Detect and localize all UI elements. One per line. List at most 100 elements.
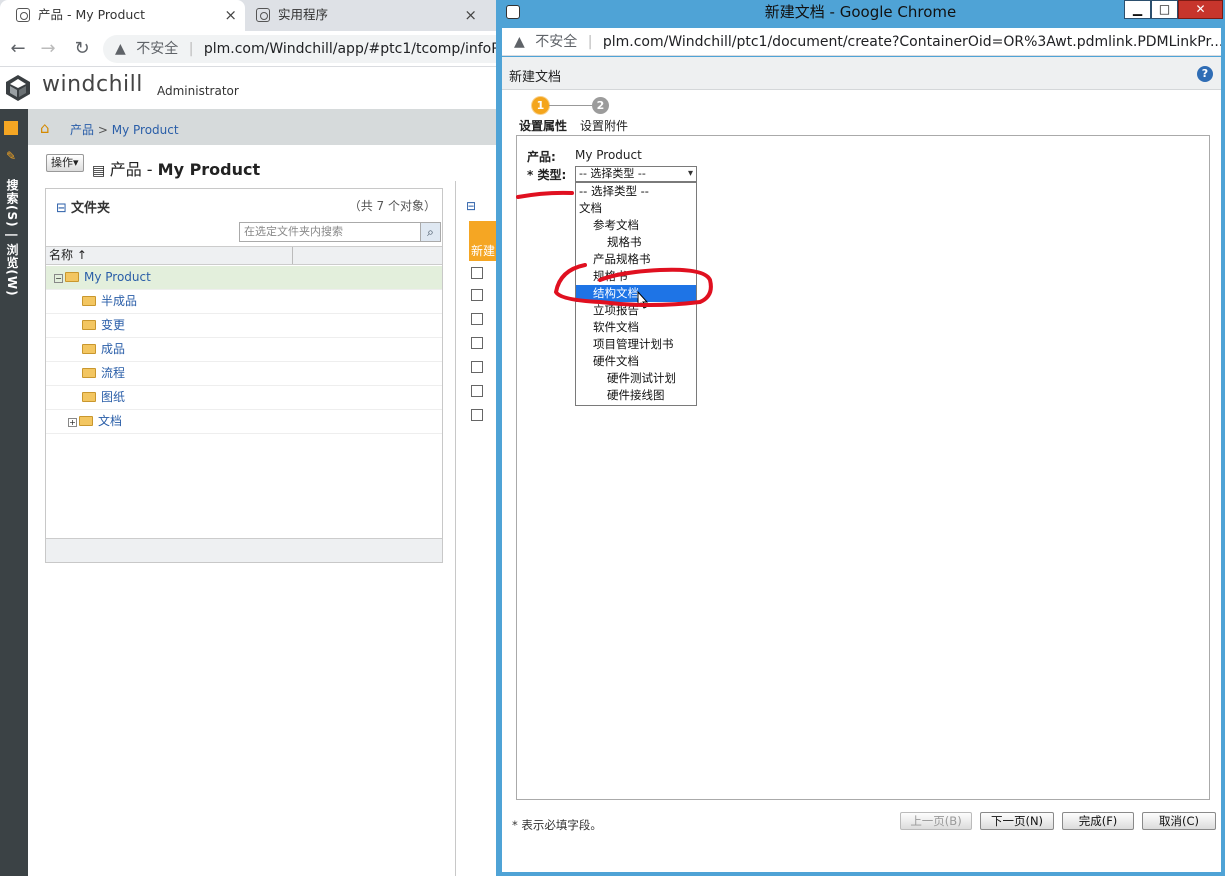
breadcrumb: ⌂ 产品 > My Product <box>28 109 500 145</box>
checkbox[interactable] <box>471 409 483 421</box>
tab-utilities[interactable]: 实用程序 × <box>240 0 485 31</box>
object-count: （共 7 个对象） <box>348 199 436 213</box>
step-1-indicator: 1 <box>532 97 549 114</box>
folder-row-root[interactable]: − My Product <box>46 266 442 290</box>
type-option-highlighted[interactable]: 结构文档 <box>576 285 696 302</box>
required-fields-note: * 表示必填字段。 <box>512 818 602 832</box>
sidebar-search-browse-label[interactable]: 搜索(S) | 浏览(W) <box>3 179 21 297</box>
folder-label[interactable]: 成品 <box>101 342 125 356</box>
folder-panel-header: ⊟ 文件夹 （共 7 个对象） <box>46 189 442 221</box>
previous-button[interactable]: 上一页(B) <box>900 812 972 830</box>
windchill-favicon-icon <box>16 8 30 22</box>
tab-close-icon[interactable]: × <box>464 0 477 30</box>
folder-label[interactable]: 流程 <box>101 366 125 380</box>
new-button[interactable]: 新建 <box>469 221 499 261</box>
checkbox[interactable] <box>471 337 483 349</box>
folder-search-input[interactable]: 在选定文件夹内搜索 <box>239 222 441 242</box>
help-icon[interactable]: ? <box>1197 66 1213 82</box>
collapse-icon[interactable]: ⊟ <box>56 201 71 216</box>
back-arrow-icon[interactable]: ← <box>6 37 30 61</box>
tab-label: 实用程序 <box>278 7 329 22</box>
close-window-button[interactable]: ✕ <box>1178 0 1223 19</box>
folder-label[interactable]: 文档 <box>98 414 122 428</box>
page-title-name: My Product <box>157 160 261 179</box>
not-secure-label: 不安全 <box>136 41 179 57</box>
checkbox[interactable] <box>471 385 483 397</box>
pin-icon[interactable]: ✎ <box>6 149 16 163</box>
type-option[interactable]: 硬件文档 <box>576 353 696 370</box>
type-option[interactable]: 立项报告 <box>576 302 696 319</box>
page-title-bar: 操作▾ ▤ 产品 - My Product <box>28 145 500 183</box>
folder-icon <box>82 320 96 330</box>
step-1-label[interactable]: 设置属性 <box>519 117 567 134</box>
collapse-node-icon[interactable]: − <box>54 274 63 283</box>
breadcrumb-current-link[interactable]: My Product <box>112 123 179 137</box>
product-value: My Product <box>575 148 642 162</box>
type-option[interactable]: 软件文档 <box>576 319 696 336</box>
address-bar[interactable]: ▲ 不安全 | plm.com/Windchill/app/#ptc1/tcom… <box>103 35 523 63</box>
type-option[interactable]: 硬件测试计划 <box>576 370 696 387</box>
folder-label[interactable]: 半成品 <box>101 294 137 308</box>
step-2-label[interactable]: 设置附件 <box>580 117 628 134</box>
breadcrumb-root-link[interactable]: 产品 <box>70 123 94 137</box>
type-option[interactable]: 参考文档 <box>576 217 696 234</box>
folder-row[interactable]: 成品 <box>46 338 442 362</box>
brand-name: windchill <box>42 72 143 97</box>
type-option[interactable]: 硬件接线图 <box>576 387 696 404</box>
home-icon[interactable]: ⌂ <box>40 119 50 137</box>
checkbox[interactable] <box>471 267 483 279</box>
folder-icon <box>82 368 96 378</box>
type-option[interactable]: 项目管理计划书 <box>576 336 696 353</box>
type-select-value: -- 选择类型 -- <box>579 167 646 180</box>
not-secure-label: 不安全 <box>535 34 578 50</box>
page-title-prefix: 产品 - <box>109 160 158 179</box>
folder-row[interactable]: 半成品 <box>46 290 442 314</box>
folder-panel-title: ⊟ 文件夹 <box>56 197 110 216</box>
folder-icon <box>79 416 93 426</box>
reload-icon[interactable]: ↻ <box>70 37 94 61</box>
collapse-icon[interactable]: ⊟ <box>466 199 476 213</box>
checkbox[interactable] <box>471 313 483 325</box>
forward-arrow-icon[interactable]: → <box>36 37 60 61</box>
minimize-button[interactable]: ▁ <box>1124 0 1151 19</box>
product-label: 产品: <box>527 150 556 164</box>
folder-label[interactable]: 变更 <box>101 318 125 332</box>
checkbox[interactable] <box>471 289 483 301</box>
expand-navigator-icon[interactable] <box>4 121 18 135</box>
tab-my-product[interactable]: 产品 - My Product × <box>0 0 245 31</box>
tab-close-icon[interactable]: × <box>224 0 237 30</box>
navigator-sidebar: ✎ 搜索(S) | 浏览(W) <box>0 109 28 876</box>
folder-row[interactable]: 变更 <box>46 314 442 338</box>
type-option[interactable]: 规格书 <box>576 268 696 285</box>
product-folder-icon <box>65 272 79 282</box>
breadcrumb-separator: > <box>97 123 108 137</box>
maximize-button[interactable]: □ <box>1151 0 1178 19</box>
warning-icon: ▲ <box>514 34 525 50</box>
checkbox[interactable] <box>471 361 483 373</box>
type-option[interactable]: -- 选择类型 -- <box>576 183 696 200</box>
type-option[interactable]: 规格书 <box>576 234 696 251</box>
type-option[interactable]: 文档 <box>576 200 696 217</box>
folder-label[interactable]: My Product <box>84 270 151 284</box>
column-header-label: 名称 ↑ <box>49 248 87 262</box>
folder-row[interactable]: 流程 <box>46 362 442 386</box>
next-button[interactable]: 下一页(N) <box>980 812 1054 830</box>
type-select[interactable]: -- 选择类型 -- ▾ <box>575 166 697 182</box>
user-name[interactable]: Administrator <box>157 84 239 98</box>
folder-panel-title-text: 文件夹 <box>71 201 111 216</box>
folder-row[interactable]: 图纸 <box>46 386 442 410</box>
column-header-name[interactable]: 名称 ↑ <box>46 246 442 265</box>
actions-menu-button[interactable]: 操作▾ <box>46 154 84 172</box>
product-icon: ▤ <box>92 163 110 179</box>
folder-label[interactable]: 图纸 <box>101 390 125 404</box>
search-icon[interactable]: ⌕ <box>420 222 441 242</box>
expand-node-icon[interactable]: + <box>68 418 77 427</box>
finish-button[interactable]: 完成(F) <box>1062 812 1134 830</box>
address-separator: | <box>587 34 593 50</box>
breadcrumb-path: 产品 > My Product <box>70 121 179 138</box>
popup-address-bar[interactable]: ▲ 不安全 | plm.com/Windchill/ptc1/document/… <box>502 28 1221 56</box>
window-title: 新建文档 - Google Chrome <box>764 3 957 21</box>
cancel-button[interactable]: 取消(C) <box>1142 812 1216 830</box>
type-option[interactable]: 产品规格书 <box>576 251 696 268</box>
folder-row[interactable]: + 文档 <box>46 410 442 434</box>
